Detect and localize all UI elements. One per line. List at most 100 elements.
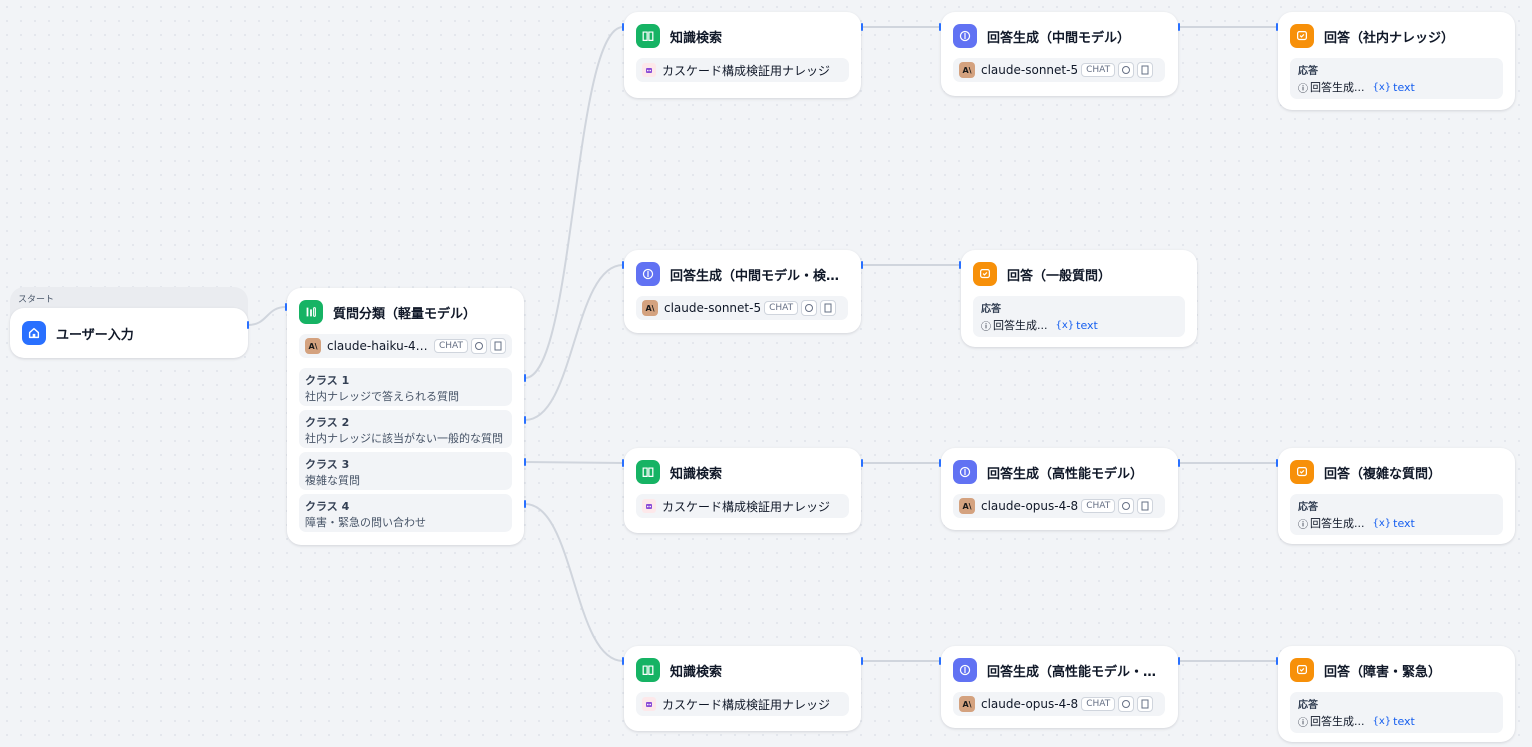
llm2-input-handle[interactable] bbox=[622, 261, 624, 269]
anthropic-icon: A\ bbox=[959, 498, 975, 514]
book-icon bbox=[636, 24, 660, 48]
class-desc: 障害・緊急の問い合わせ bbox=[305, 516, 426, 529]
llm-icon bbox=[953, 24, 977, 48]
classifier-icon bbox=[299, 300, 323, 324]
llm-icon bbox=[636, 262, 660, 286]
answer-output-box[interactable]: 応答 ⓘ 回答生成... {x} text bbox=[973, 296, 1185, 337]
class-item-4[interactable]: クラス 4 障害・緊急の問い合わせ bbox=[299, 494, 512, 532]
answer-ref: 回答生成... bbox=[1310, 81, 1365, 94]
class1-output-handle[interactable] bbox=[524, 374, 526, 382]
answer2-input-handle[interactable] bbox=[959, 261, 961, 269]
knowledge-base-icon bbox=[642, 697, 656, 711]
answer-icon bbox=[1290, 658, 1314, 682]
llm1-input-handle[interactable] bbox=[939, 23, 941, 31]
class-desc: 複雑な質問 bbox=[305, 474, 360, 487]
llm-model-row[interactable]: A\ claude-opus-4-8 CHAT bbox=[953, 494, 1165, 518]
edge-class3-knowledge3 bbox=[524, 461, 624, 464]
llm-node-high-sure[interactable]: 回答生成（高性能モデル・確実... A\ claude-opus-4-8 CHA… bbox=[941, 646, 1178, 728]
class-item-2[interactable]: クラス 2 社内ナレッジに該当がない一般的な質問 bbox=[299, 410, 512, 448]
llm-title: 回答生成（中間モデル） bbox=[987, 30, 1131, 46]
knowledge-node-3[interactable]: 知識検索 カスケード構成検証用ナレッジ bbox=[624, 448, 861, 533]
llm-ref-icon: ⓘ bbox=[1298, 83, 1308, 95]
llm-model-name: claude-sonnet-5 bbox=[981, 63, 1079, 77]
answer-output-box[interactable]: 応答 ⓘ 回答生成... {x} text bbox=[1290, 58, 1503, 99]
answer-var: text bbox=[1393, 714, 1415, 728]
knowledge-base-row[interactable]: カスケード構成検証用ナレッジ bbox=[636, 58, 849, 82]
llm-node-mid-nosearch[interactable]: 回答生成（中間モデル・検索な... A\ claude-sonnet-5 CHA… bbox=[624, 250, 861, 333]
class3-output-handle[interactable] bbox=[524, 458, 526, 466]
answer-var: text bbox=[1393, 80, 1415, 94]
document-icon bbox=[1137, 696, 1154, 712]
class4-output-handle[interactable] bbox=[524, 500, 526, 508]
llm-mode-chip: CHAT bbox=[764, 301, 799, 315]
llm-title: 回答生成（高性能モデル） bbox=[987, 466, 1144, 482]
knowledge-base-row[interactable]: カスケード構成検証用ナレッジ bbox=[636, 692, 849, 716]
knowledge4-output-handle[interactable] bbox=[861, 657, 863, 665]
llm3-input-handle[interactable] bbox=[939, 459, 941, 467]
class-item-3[interactable]: クラス 3 複雑な質問 bbox=[299, 452, 512, 490]
knowledge1-input-handle[interactable] bbox=[622, 23, 624, 31]
llm-model-row[interactable]: A\ claude-sonnet-5 CHAT bbox=[636, 296, 848, 320]
question-classifier-node[interactable]: 質問分類（軽量モデル） A\ claude-haiku-4-... CHAT ク… bbox=[287, 288, 524, 545]
start-node[interactable]: ユーザー入力 bbox=[10, 308, 248, 358]
llm-icon bbox=[953, 460, 977, 484]
home-icon bbox=[22, 321, 46, 345]
answer-icon bbox=[1290, 460, 1314, 484]
classifier-model-row[interactable]: A\ claude-haiku-4-... CHAT bbox=[299, 334, 512, 358]
knowledge4-input-handle[interactable] bbox=[622, 657, 624, 665]
answer4-input-handle[interactable] bbox=[1276, 657, 1278, 665]
class-desc: 社内ナレッジに該当がない一般的な質問 bbox=[305, 432, 503, 445]
class-name: クラス 2 bbox=[305, 416, 350, 429]
llm-model-name: claude-opus-4-8 bbox=[981, 697, 1079, 711]
llm-model-row[interactable]: A\ claude-opus-4-8 CHAT bbox=[953, 692, 1165, 716]
vision-icon bbox=[1118, 498, 1135, 514]
knowledge-base-name: カスケード構成検証用ナレッジ bbox=[662, 697, 831, 712]
answer-output-box[interactable]: 応答 ⓘ 回答生成... {x} text bbox=[1290, 692, 1503, 733]
answer-title: 回答（社内ナレッジ） bbox=[1324, 30, 1455, 46]
document-icon bbox=[1137, 62, 1154, 78]
anthropic-icon: A\ bbox=[305, 338, 321, 354]
class-item-1[interactable]: クラス 1 社内ナレッジで答えられる質問 bbox=[299, 368, 512, 406]
llm4-output-handle[interactable] bbox=[1178, 657, 1180, 665]
start-output-handle[interactable] bbox=[247, 321, 249, 329]
answer1-input-handle[interactable] bbox=[1276, 23, 1278, 31]
class2-output-handle[interactable] bbox=[524, 416, 526, 424]
edge-start-classifier bbox=[247, 306, 287, 326]
answer-node-incident[interactable]: 回答（障害・緊急） 応答 ⓘ 回答生成... {x} text bbox=[1278, 646, 1515, 742]
anthropic-icon: A\ bbox=[959, 62, 975, 78]
document-icon bbox=[1137, 498, 1154, 514]
knowledge-node-4[interactable]: 知識検索 カスケード構成検証用ナレッジ bbox=[624, 646, 861, 731]
answer-output-box[interactable]: 応答 ⓘ 回答生成... {x} text bbox=[1290, 494, 1503, 535]
edge-class1-knowledge1 bbox=[524, 26, 624, 379]
knowledge3-output-handle[interactable] bbox=[861, 459, 863, 467]
knowledge1-output-handle[interactable] bbox=[861, 23, 863, 31]
start-label: スタート bbox=[18, 295, 55, 305]
variable-icon: {x} bbox=[1372, 517, 1392, 529]
answer-node-complex[interactable]: 回答（複雑な質問） 応答 ⓘ 回答生成... {x} text bbox=[1278, 448, 1515, 544]
answer-icon bbox=[973, 262, 997, 286]
answer-node-general[interactable]: 回答（一般質問） 応答 ⓘ 回答生成... {x} text bbox=[961, 250, 1197, 347]
llm-ref-icon: ⓘ bbox=[981, 321, 991, 333]
llm-model-row[interactable]: A\ claude-sonnet-5 CHAT bbox=[953, 58, 1165, 82]
vision-icon bbox=[1118, 696, 1135, 712]
classifier-input-handle[interactable] bbox=[285, 303, 287, 311]
answer-ref: 回答生成... bbox=[1310, 517, 1365, 530]
llm2-output-handle[interactable] bbox=[861, 261, 863, 269]
answer-ref: 回答生成... bbox=[993, 319, 1048, 332]
variable-icon: {x} bbox=[1055, 319, 1075, 331]
llm-node-mid[interactable]: 回答生成（中間モデル） A\ claude-sonnet-5 CHAT bbox=[941, 12, 1178, 96]
knowledge3-input-handle[interactable] bbox=[622, 459, 624, 467]
llm3-output-handle[interactable] bbox=[1178, 459, 1180, 467]
answer-node-internal[interactable]: 回答（社内ナレッジ） 応答 ⓘ 回答生成... {x} text bbox=[1278, 12, 1515, 110]
anthropic-icon: A\ bbox=[959, 696, 975, 712]
llm-ref-icon: ⓘ bbox=[1298, 519, 1308, 531]
book-icon bbox=[636, 658, 660, 682]
llm1-output-handle[interactable] bbox=[1178, 23, 1180, 31]
answer-label: 応答 bbox=[1298, 700, 1318, 711]
knowledge-node-1[interactable]: 知識検索 カスケード構成検証用ナレッジ bbox=[624, 12, 861, 98]
knowledge-base-row[interactable]: カスケード構成検証用ナレッジ bbox=[636, 494, 849, 518]
classifier-mode-chip: CHAT bbox=[433, 339, 468, 353]
answer3-input-handle[interactable] bbox=[1276, 459, 1278, 467]
llm-node-high[interactable]: 回答生成（高性能モデル） A\ claude-opus-4-8 CHAT bbox=[941, 448, 1178, 530]
llm4-input-handle[interactable] bbox=[939, 657, 941, 665]
